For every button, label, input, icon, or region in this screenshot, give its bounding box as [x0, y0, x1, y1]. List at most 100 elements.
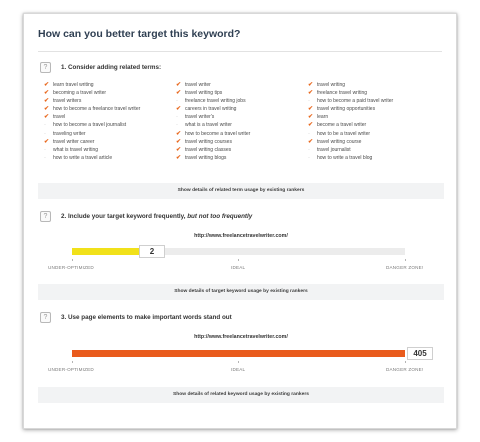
- terms-column-2: ✔ travel writer ✔ travel writing tips · freel…: [176, 81, 250, 162]
- section3-url: http://www.freelancetravelwriter.com/: [194, 334, 288, 340]
- dot-icon: ·: [308, 146, 310, 153]
- related-term-item: ✔ travel writing courses: [176, 138, 250, 146]
- checkmark-icon: ✔: [44, 98, 50, 105]
- related-term-label: travel: [53, 114, 66, 121]
- related-term-item: · travel writer's: [176, 113, 250, 121]
- section2-title-text: 2. Include your target keyword frequentl…: [61, 213, 188, 220]
- terms-column-3: ✔ travel writing ✔ freelance travel writing…: [308, 81, 393, 162]
- section2-url: http://www.freelancetravelwriter.com/: [194, 233, 288, 239]
- dot-icon: ·: [308, 154, 310, 161]
- related-term-label: traveling writer: [53, 130, 86, 137]
- dot-icon: ·: [308, 130, 310, 137]
- checkmark-icon: ✔: [308, 138, 314, 145]
- dot-icon: ·: [44, 146, 46, 153]
- target-keyword-details-button[interactable]: Show details of target keyword usage by …: [38, 284, 444, 300]
- scale-tick-mid: [238, 259, 239, 261]
- keyword-frequency-value: 2: [139, 245, 165, 258]
- checkmark-icon: ✔: [308, 90, 314, 97]
- related-term-item: ✔ learn: [308, 113, 393, 121]
- dot-icon: ·: [176, 114, 178, 121]
- keyword-targeting-panel: How can you better target this keyword? …: [23, 13, 457, 429]
- related-term-item: · how to write a travel blog: [308, 154, 393, 162]
- scale-label-danger-zone: DANGER ZONE!: [386, 367, 424, 372]
- related-term-label: freelance travel writing: [317, 90, 368, 97]
- related-term-label: travel writing opportunities: [317, 106, 376, 113]
- related-term-item: · travel journalist: [308, 146, 393, 154]
- related-term-label: travel writing blogs: [185, 154, 227, 161]
- scale-label-danger-zone: DANGER ZONE!: [386, 265, 424, 270]
- scale-label-ideal: IDEAL: [231, 265, 246, 270]
- help-icon[interactable]: ?: [40, 62, 51, 73]
- dot-icon: ·: [176, 98, 178, 105]
- help-icon[interactable]: ?: [40, 312, 51, 323]
- related-term-item: ✔ travel writing opportunities: [308, 105, 393, 113]
- related-term-item: · what is travel writing: [44, 146, 140, 154]
- related-term-item: ✔ learn travel writing: [44, 81, 140, 89]
- related-term-label: travel writing: [317, 82, 346, 88]
- dot-icon: ·: [176, 122, 178, 129]
- related-term-label: travel writers: [53, 98, 82, 105]
- page-elements-value: 405: [407, 347, 433, 360]
- related-term-label: how to write a travel blog: [317, 154, 373, 161]
- section2-title: 2. Include your target keyword frequentl…: [61, 213, 252, 220]
- checkmark-icon: ✔: [176, 138, 182, 145]
- related-term-label: how to become a travel journalist: [53, 122, 127, 129]
- related-term-label: how to write a travel article: [53, 154, 113, 161]
- panel-title: How can you better target this keyword?: [38, 28, 241, 40]
- dot-icon: ·: [44, 122, 46, 129]
- related-keyword-details-button[interactable]: Show details of related keyword usage by…: [38, 387, 444, 403]
- related-term-item: ✔ travel writers: [44, 97, 140, 105]
- scale-tick-mid: [238, 361, 239, 363]
- related-term-item: ✔ how to become a travel writer: [176, 130, 250, 138]
- related-term-item: · freelance travel writing jobs: [176, 97, 250, 105]
- checkmark-icon: ✔: [176, 90, 182, 97]
- related-term-item: ✔ travel: [44, 113, 140, 121]
- checkmark-icon: ✔: [176, 106, 182, 113]
- related-term-label: learn: [317, 114, 329, 121]
- scale-label-ideal: IDEAL: [231, 367, 246, 372]
- terms-column-1: ✔ learn travel writing ✔ becoming a travel …: [44, 81, 140, 162]
- help-icon[interactable]: ?: [40, 211, 51, 222]
- related-term-item: ✔ become a travel writer: [308, 121, 393, 129]
- related-term-item: ✔ travel writing tips: [176, 89, 250, 97]
- related-term-item: ✔ freelance travel writing: [308, 89, 393, 97]
- related-term-label: freelance travel writing jobs: [185, 98, 246, 105]
- related-term-item: ✔ travel writer career: [44, 138, 140, 146]
- related-term-item: ✔ travel writing blogs: [176, 154, 250, 162]
- related-term-label: careers in travel writing: [185, 106, 237, 113]
- related-term-label: travel writer: [185, 82, 211, 88]
- section3-title: 3. Use page elements to make important w…: [61, 314, 232, 321]
- related-term-label: travel writing tips: [185, 90, 223, 97]
- related-term-item: ✔ becoming a travel writer: [44, 89, 140, 97]
- checkmark-icon: ✔: [176, 146, 182, 153]
- dot-icon: ·: [308, 98, 310, 105]
- related-term-item: · how to be a travel writer: [308, 130, 393, 138]
- page-elements-fill: [72, 350, 405, 357]
- related-term-label: travel writer's: [185, 114, 215, 121]
- related-term-item: ✔ how to become a freelance travel writer: [44, 105, 140, 113]
- scale-label-under-optimized: UNDER-OPTIMIZED: [48, 265, 94, 270]
- title-divider: [38, 51, 442, 52]
- related-term-label: travel writing classes: [185, 146, 232, 153]
- related-term-item: ✔ careers in travel writing: [176, 105, 250, 113]
- checkmark-icon: ✔: [308, 106, 314, 113]
- related-term-label: travel writing course: [317, 138, 362, 145]
- checkmark-icon: ✔: [308, 122, 314, 129]
- scale-tick-low: [72, 361, 73, 363]
- keyword-frequency-fill: [72, 248, 139, 255]
- scale-tick-high: [405, 259, 406, 261]
- related-term-item: · what is a travel writer: [176, 121, 250, 129]
- related-terms-details-button[interactable]: Show details of related term usage by ex…: [38, 183, 444, 199]
- related-term-label: become a travel writer: [317, 122, 367, 129]
- related-term-label: what is travel writing: [53, 146, 99, 153]
- related-term-label: what is a travel writer: [185, 122, 232, 129]
- related-term-label: how to become a paid travel writer: [317, 98, 394, 105]
- page-elements-meter: [72, 350, 405, 357]
- related-term-label: learn travel writing: [53, 82, 94, 88]
- related-term-item: ✔ travel writing classes: [176, 146, 250, 154]
- keyword-frequency-meter: [72, 248, 405, 255]
- checkmark-icon: ✔: [308, 82, 314, 88]
- related-term-item: · how to become a travel journalist: [44, 121, 140, 129]
- related-term-label: how to become a freelance travel writer: [53, 106, 141, 113]
- checkmark-icon: ✔: [44, 138, 50, 145]
